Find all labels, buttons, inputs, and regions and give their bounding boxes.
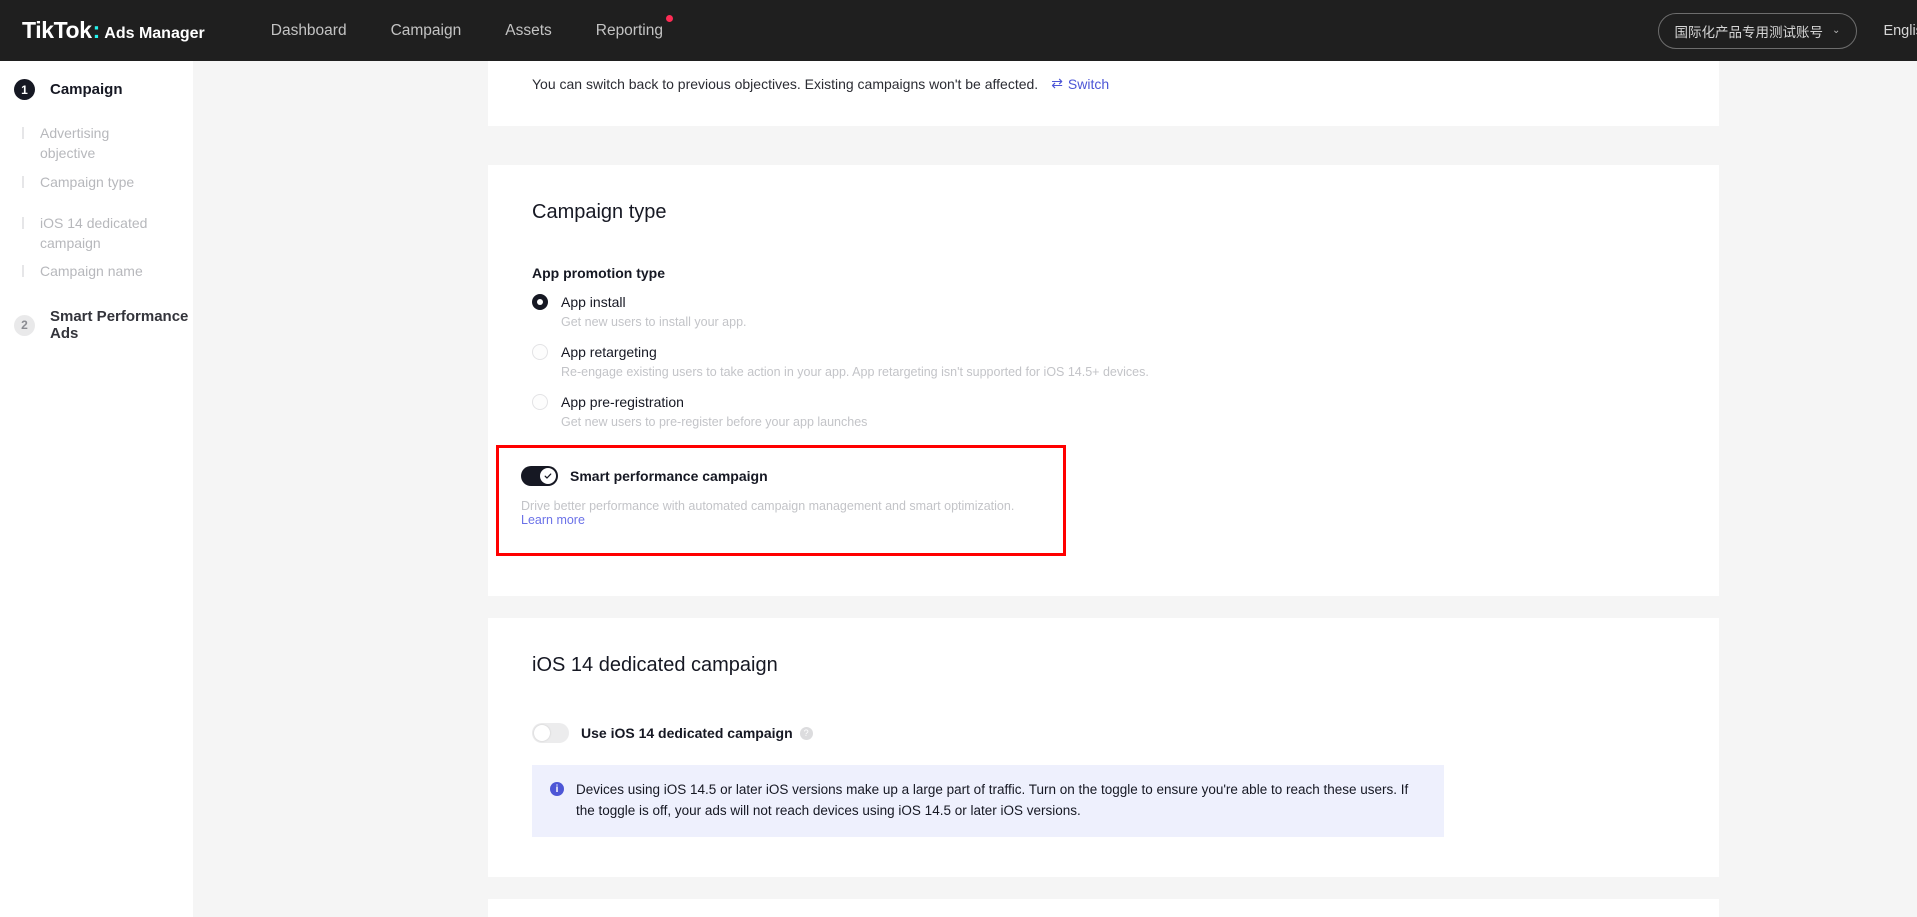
sidebar-item-campaign-type[interactable]: Campaign type — [0, 167, 193, 205]
nav-item-dashboard-label: Dashboard — [270, 21, 347, 39]
language-label: English — [1883, 22, 1917, 39]
check-icon — [544, 473, 552, 479]
nav-item-assets[interactable]: Assets — [483, 22, 574, 40]
sidebar-item-advertising-objective-label: Advertising objective — [40, 125, 110, 162]
sidebar-step-campaign[interactable]: 1 Campaign — [0, 79, 193, 100]
ios14-info-text: Devices using iOS 14.5 or later iOS vers… — [576, 782, 1409, 818]
sidebar-item-advertising-objective[interactable]: Advertising objective — [0, 118, 193, 164]
smart-performance-campaign-label: Smart performance campaign — [570, 468, 768, 484]
notification-dot-icon — [665, 14, 673, 22]
language-selector[interactable]: English — [1883, 23, 1917, 39]
sidebar-step-campaign-label: Campaign — [50, 81, 123, 98]
nav-item-reporting[interactable]: Reporting — [574, 14, 685, 40]
sidebar-bullet-icon — [22, 175, 24, 188]
smart-performance-campaign-desc-text: Drive better performance with automated … — [521, 499, 1015, 513]
brand-tiktok-text: TikTok — [22, 17, 92, 43]
radio-desc-app-pre-registration: Get new users to pre-register before you… — [561, 415, 868, 429]
topbar-right-controls: 国际化产品专用测试账号 ⌄ English — [1657, 0, 1917, 61]
top-navigation-bar: TikTok : Ads Manager Dashboard Campaign … — [0, 0, 1917, 61]
radio-option-app-pre-registration[interactable]: App pre-registration — [532, 394, 1675, 410]
sidebar-bullet-icon — [22, 216, 24, 229]
smart-performance-campaign-desc: Drive better performance with automated … — [521, 499, 1041, 527]
primary-nav: Dashboard Campaign Assets Reporting — [249, 14, 685, 40]
radio-label-app-install: App install — [561, 294, 626, 310]
sidebar-bullet-icon — [22, 265, 24, 278]
radio-button-app-install[interactable] — [532, 294, 548, 310]
objective-switch-notice-text: You can switch back to previous objectiv… — [532, 75, 1039, 92]
campaign-type-title: Campaign type — [532, 201, 667, 223]
switch-objective-label: Switch — [1067, 75, 1110, 92]
sidebar-item-ios14-dedicated-campaign-label: iOS 14 dedicated campaign — [40, 214, 148, 251]
sidebar-item-ios14-dedicated-campaign[interactable]: iOS 14 dedicated campaign — [0, 208, 193, 254]
nav-item-dashboard[interactable]: Dashboard — [249, 22, 369, 40]
ios14-info-banner: i Devices using iOS 14.5 or later iOS ve… — [532, 765, 1444, 838]
app-promotion-type-label: App promotion type — [532, 265, 665, 281]
radio-label-app-pre-registration: App pre-registration — [561, 394, 684, 410]
radio-option-app-install[interactable]: App install — [532, 294, 1675, 310]
sidebar-step-smart-performance-ads-label: Smart Performance Ads — [50, 308, 189, 343]
sidebar-item-campaign-name-label: Campaign name — [40, 263, 143, 280]
info-icon: i — [550, 782, 564, 796]
objective-switch-notice-card: You can switch back to previous objectiv… — [488, 61, 1719, 126]
nav-item-assets-label: Assets — [505, 21, 552, 39]
account-selector[interactable]: 国际化产品专用测试账号 ⌄ — [1657, 12, 1858, 49]
nav-item-reporting-label: Reporting — [595, 21, 663, 39]
step-sidebar: 1 Campaign Advertising objective Campaig… — [0, 61, 193, 917]
sidebar-bullet-icon — [22, 127, 24, 139]
ios14-dedicated-campaign-toggle[interactable] — [532, 723, 569, 743]
ios14-toggle-row[interactable]: Use iOS 14 dedicated campaign ? — [532, 723, 1675, 743]
ios14-toggle-label: Use iOS 14 dedicated campaign — [581, 725, 793, 741]
ios14-title: iOS 14 dedicated campaign — [532, 654, 778, 676]
radio-label-app-retargeting: App retargeting — [561, 344, 657, 360]
main-content: You can switch back to previous objectiv… — [193, 61, 1917, 917]
nav-item-campaign[interactable]: Campaign — [369, 22, 484, 40]
step-badge-2: 2 — [14, 314, 35, 336]
learn-more-link[interactable]: Learn more — [521, 513, 585, 527]
radio-option-app-retargeting[interactable]: App retargeting — [532, 344, 1675, 360]
switch-objective-link[interactable]: ⇄ Switch — [1051, 75, 1109, 92]
campaign-type-card: Campaign type App promotion type App ins… — [488, 165, 1719, 596]
account-name-label: 国际化产品专用测试账号 — [1674, 24, 1824, 40]
toggle-knob — [534, 725, 550, 741]
ios14-dedicated-campaign-card: iOS 14 dedicated campaign Use iOS 14 ded… — [488, 618, 1719, 878]
switch-arrows-icon: ⇄ — [1051, 75, 1063, 91]
smart-performance-campaign-highlight: Smart performance campaign Drive better … — [496, 445, 1066, 556]
brand-colon: : — [92, 17, 101, 43]
chevron-down-icon: ⌄ — [1832, 25, 1841, 36]
smart-performance-campaign-row[interactable]: Smart performance campaign — [521, 466, 1041, 486]
next-section-card-partial — [488, 899, 1719, 917]
sidebar-item-campaign-type-label: Campaign type — [40, 173, 135, 190]
step-badge-1: 1 — [14, 79, 35, 100]
sidebar-item-campaign-name[interactable]: Campaign name — [0, 256, 193, 294]
radio-desc-app-install: Get new users to install your app. — [561, 315, 747, 329]
radio-desc-app-retargeting: Re-engage existing users to take action … — [561, 365, 1149, 379]
radio-button-app-pre-registration[interactable] — [532, 394, 548, 410]
toggle-knob — [540, 468, 556, 484]
nav-item-campaign-label: Campaign — [390, 21, 462, 39]
brand-logo[interactable]: TikTok : Ads Manager — [22, 17, 205, 44]
help-icon[interactable]: ? — [799, 726, 813, 740]
radio-button-app-retargeting[interactable] — [532, 344, 548, 360]
smart-performance-campaign-toggle[interactable] — [521, 466, 558, 486]
brand-ads-manager-text: Ads Manager — [104, 25, 205, 42]
sidebar-step-smart-performance-ads[interactable]: 2 Smart Performance Ads — [0, 308, 193, 342]
